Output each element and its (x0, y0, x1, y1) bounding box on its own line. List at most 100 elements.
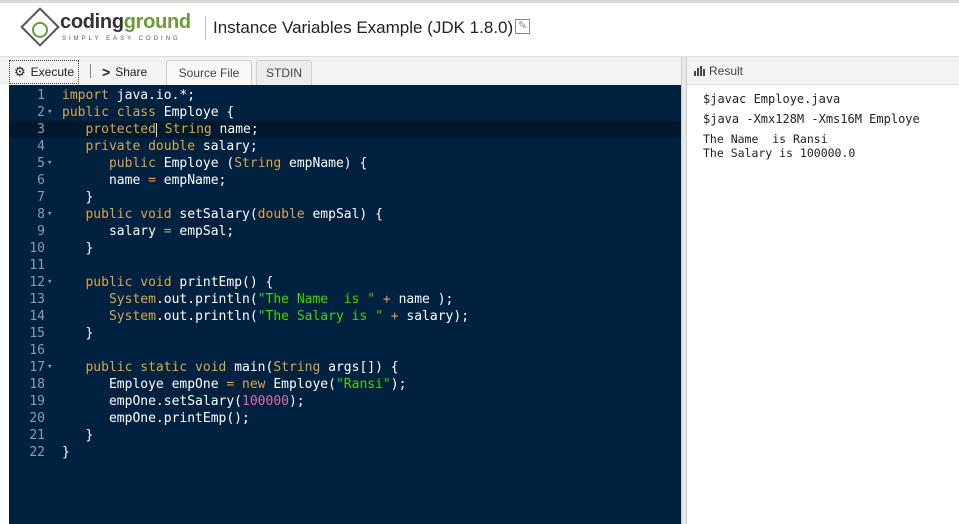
share-label: Share (115, 65, 148, 79)
result-header: Result (687, 57, 959, 85)
code-line[interactable]: 16 (9, 342, 681, 359)
code-token: name ); (390, 292, 454, 307)
fold-toggle-icon[interactable]: ▾ (47, 104, 52, 121)
code-token: empSal; (171, 224, 235, 239)
code-token: 100000 (242, 394, 289, 409)
code-line[interactable]: 8 ▾ public void setSalary(double empSal) … (9, 206, 681, 223)
code-text: Employe empOne = new Employe("Ransi"); (62, 376, 406, 393)
code-token: "The Salary is " (257, 309, 383, 324)
code-editor[interactable]: 1 import java.io.*; 2 ▾ public class Employe… (9, 85, 681, 524)
code-token: args[]) { (320, 360, 399, 375)
code-token: + (375, 292, 391, 307)
code-line[interactable]: 14 System.out.println("The Salary is " +… (9, 308, 681, 325)
code-token: Employe { (155, 105, 235, 120)
code-token: Employe empOne (62, 377, 227, 392)
code-line[interactable]: 7 } (9, 189, 681, 206)
line-number: 4 (37, 139, 45, 154)
codingground-logo[interactable]: codingground SIMPLY EASY CODING (20, 7, 194, 51)
code-line[interactable]: 18 Employe empOne = new Employe("Ransi")… (9, 376, 681, 393)
code-line[interactable]: 3 protected String name; (9, 121, 681, 138)
code-text: System.out.println("The Salary is " + sa… (62, 308, 469, 325)
gears-icon: ⚙ (14, 64, 26, 79)
code-text: private double salary; (62, 138, 258, 155)
code-line[interactable]: 20 empOne.printEmp(); (9, 410, 681, 427)
code-line[interactable]: 17 ▾ public static void main(String args[… (9, 359, 681, 376)
code-token: Employe( (265, 377, 336, 392)
code-line[interactable]: 10 } (9, 240, 681, 257)
code-token: java.io.*; (108, 88, 196, 103)
code-line[interactable]: 12 ▾ public void printEmp() { (9, 274, 681, 291)
tab-stdin[interactable]: STDIN (256, 60, 312, 85)
code-text: } (62, 240, 93, 257)
code-token: salary; (195, 139, 258, 154)
fold-toggle-icon[interactable]: ▾ (47, 206, 52, 223)
line-number: 2 (37, 105, 45, 120)
code-line[interactable]: 15 } (9, 325, 681, 342)
code-token: "The Name is " (257, 292, 376, 307)
result-output: $javac Employe.java $java -Xmx128M -Xms1… (703, 92, 920, 160)
code-line[interactable]: 21 } (9, 427, 681, 444)
code-token: public void (85, 275, 172, 290)
code-text: empOne.printEmp(); (62, 410, 250, 427)
code-token: ); (288, 394, 305, 409)
code-token: main( (226, 360, 274, 375)
code-text: public void setSalary(double empSal) { (62, 206, 382, 223)
share-button[interactable]: > Share (98, 60, 151, 84)
compile-command: $javac Employe.java (703, 92, 841, 106)
code-token: protected (85, 122, 156, 137)
code-line[interactable]: 1 import java.io.*; (9, 87, 681, 104)
code-token: .out.println( (155, 292, 258, 307)
code-token: System (108, 309, 156, 324)
logo-name: codingground (60, 11, 191, 34)
pane-splitter[interactable] (681, 57, 687, 524)
tab-source-file[interactable]: Source File (166, 60, 252, 85)
code-line[interactable]: 19 empOne.setSalary(100000); (9, 393, 681, 410)
edit-title-icon[interactable]: ✎ (515, 19, 530, 34)
code-line[interactable]: 22} (9, 444, 681, 461)
code-text: System.out.println("The Name is " + name… (62, 291, 453, 308)
code-text: import java.io.*; (62, 87, 195, 104)
code-line[interactable]: 2 ▾ public class Employe { (9, 104, 681, 121)
logo-name-a: coding (60, 11, 124, 33)
line-number: 13 (29, 292, 45, 307)
code-token: } (62, 445, 70, 460)
fold-toggle-icon[interactable]: ▾ (47, 155, 52, 172)
code-token: new (234, 377, 266, 392)
line-number: 17 (29, 360, 45, 375)
logo-icon (20, 7, 60, 47)
code-token: String (273, 360, 321, 375)
code-line[interactable]: 6 name = empName; (9, 172, 681, 189)
code-token: String (234, 156, 282, 171)
fold-toggle-icon[interactable]: ▾ (47, 274, 52, 291)
code-line[interactable]: 13 System.out.println("The Name is " + n… (9, 291, 681, 308)
code-token: public class (62, 105, 156, 120)
code-token: } (62, 428, 94, 443)
project-title: Instance Variables Example (JDK 1.8.0) (213, 18, 514, 37)
result-label: Result (709, 63, 744, 78)
code-token: public static void (85, 360, 227, 375)
code-text: salary = empSal; (62, 223, 234, 240)
code-line[interactable]: 9 salary = empSal; (9, 223, 681, 240)
code-line[interactable]: 11 (9, 257, 681, 274)
line-number: 10 (29, 241, 45, 256)
code-text: public static void main(String args[]) { (62, 359, 399, 376)
code-token: String (156, 122, 212, 137)
code-token: private double (85, 139, 196, 154)
execute-button[interactable]: ⚙ Execute (9, 60, 80, 84)
code-line[interactable]: 4 private double salary; (9, 138, 681, 155)
line-number: 21 (29, 428, 45, 443)
fold-toggle-icon[interactable]: ▾ (47, 359, 52, 376)
code-token: salary (62, 224, 164, 239)
code-token: } (62, 326, 94, 341)
code-token: System (108, 292, 156, 307)
code-token: empName; (155, 173, 227, 188)
code-token: setSalary( (171, 207, 258, 222)
toolbar-separator (90, 64, 91, 78)
code-text: } (62, 427, 93, 444)
code-text: } (62, 444, 70, 461)
code-line[interactable]: 5 ▾ public Employe (String empName) { (9, 155, 681, 172)
